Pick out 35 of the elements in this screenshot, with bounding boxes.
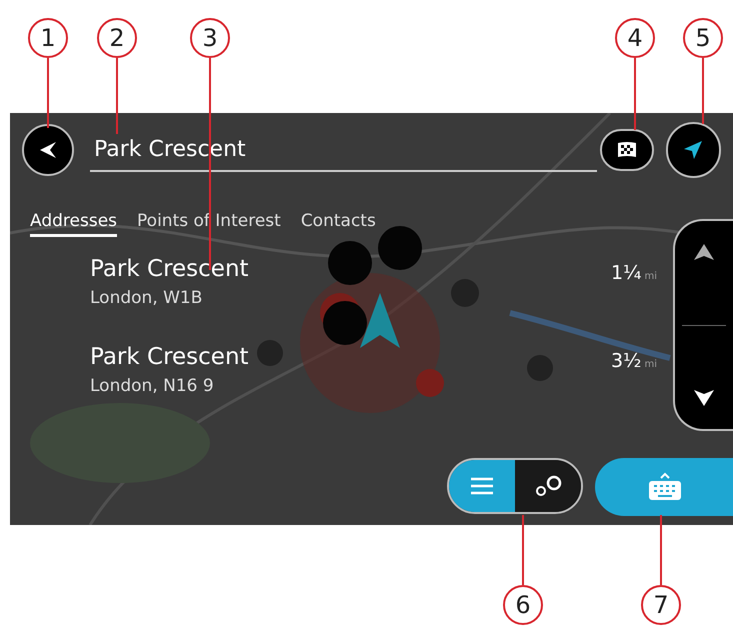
category-tab[interactable]: Points of Interest xyxy=(137,209,281,237)
category-tab[interactable]: Addresses xyxy=(30,209,118,237)
navigation-arrow-icon xyxy=(682,139,704,161)
checkered-flag-icon xyxy=(616,141,637,159)
callout-number: 3 xyxy=(190,18,230,58)
up-arrow-icon xyxy=(693,243,715,261)
result-name: Park Crescent xyxy=(90,255,250,284)
callout-number: 7 xyxy=(641,585,681,625)
down-arrow-icon xyxy=(693,389,715,407)
leader-line xyxy=(660,515,662,585)
result-address: London, N16 9 xyxy=(90,375,215,398)
result-address: London, W1B xyxy=(90,287,204,310)
back-arrow-icon xyxy=(38,140,58,160)
position-arrow-icon xyxy=(360,293,400,348)
map-results-button[interactable] xyxy=(515,460,581,512)
keyboard-button[interactable] xyxy=(595,458,733,516)
location-pins-icon xyxy=(533,474,563,498)
callout-number: 5 xyxy=(683,18,723,58)
callout-number: 2 xyxy=(97,18,137,58)
callout-number: 1 xyxy=(28,18,68,58)
category-tab[interactable]: Contacts xyxy=(300,209,376,237)
list-view-button[interactable] xyxy=(449,460,515,512)
keyboard-icon xyxy=(647,472,683,502)
leader-line xyxy=(634,58,636,130)
leader-line xyxy=(47,58,49,128)
distance-unit: mi xyxy=(644,270,657,284)
leader-line xyxy=(522,515,524,585)
result-name: Park Crescent xyxy=(90,343,250,372)
callout-number: 6 xyxy=(503,585,543,625)
distance-value: 3½ xyxy=(610,349,642,374)
distance-unit: mi xyxy=(644,358,657,372)
distance-value: 1¼ xyxy=(610,261,642,286)
leader-line xyxy=(702,58,704,124)
callout-number: 4 xyxy=(615,18,655,58)
menu-icon xyxy=(470,477,494,495)
